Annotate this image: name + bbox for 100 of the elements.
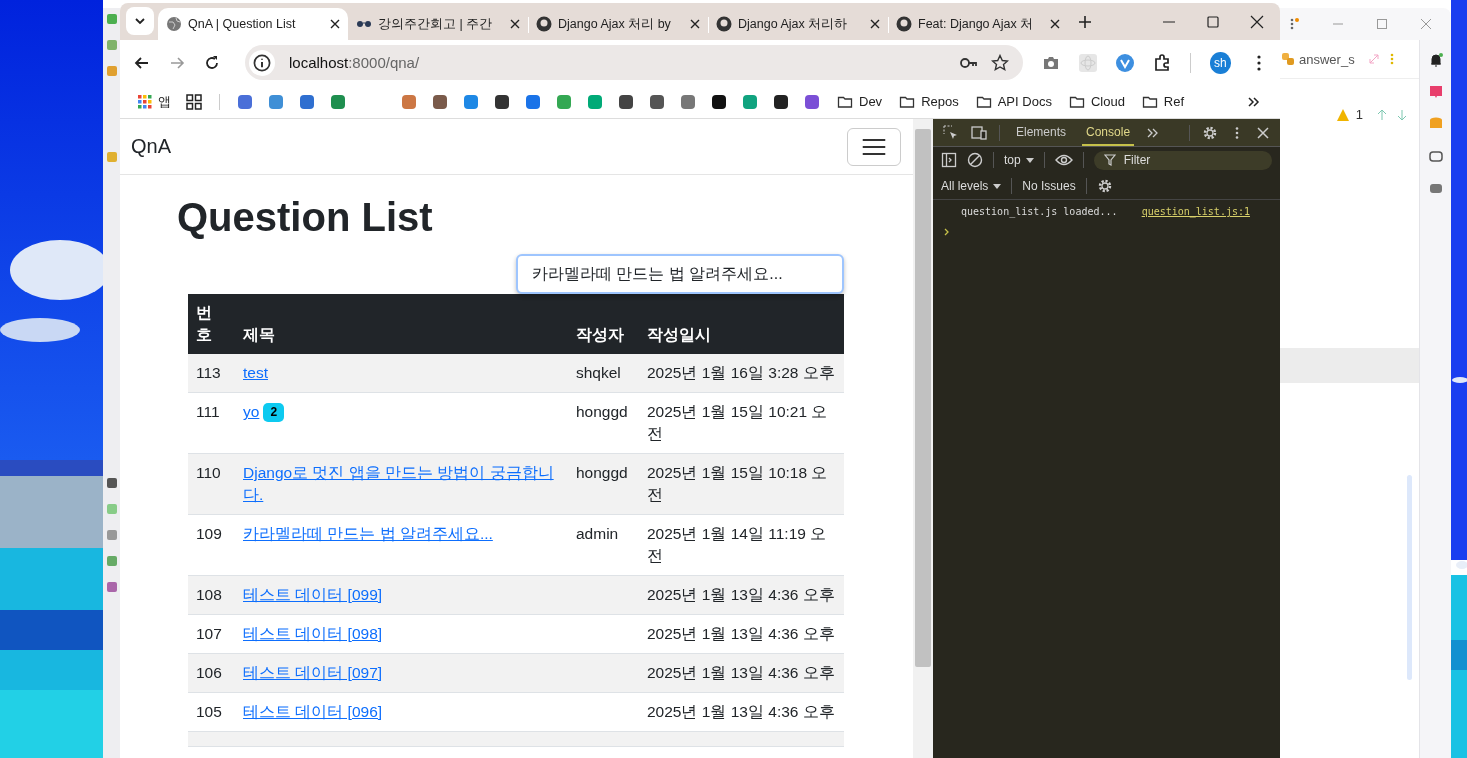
column-header: 작성일시 bbox=[647, 326, 711, 343]
tab-title: QnA | Question List bbox=[188, 17, 297, 31]
column-header: 번호 bbox=[196, 303, 212, 345]
browser-tab[interactable]: QnA | Question List bbox=[158, 8, 348, 40]
table-cell: honggd bbox=[576, 464, 628, 481]
bookmark-folder[interactable]: Repos bbox=[899, 93, 959, 110]
console-message: question_list.js loaded... bbox=[961, 206, 1118, 217]
back-icon[interactable] bbox=[134, 54, 150, 71]
close-icon[interactable] bbox=[1050, 19, 1060, 29]
apps-shortcut[interactable]: 앱 bbox=[138, 92, 171, 111]
question-link[interactable]: test bbox=[243, 362, 268, 384]
bookmark-icon[interactable] bbox=[618, 93, 634, 110]
new-tab-icon[interactable] bbox=[1078, 15, 1092, 29]
profile-avatar[interactable]: sh bbox=[1209, 51, 1231, 74]
context-dropdown[interactable]: top bbox=[1004, 153, 1034, 167]
clear-icon[interactable] bbox=[967, 152, 983, 168]
tab-title: Django Ajax 처리 by bbox=[558, 15, 672, 33]
prompt-icon[interactable] bbox=[943, 227, 951, 237]
device-icon[interactable] bbox=[971, 124, 987, 141]
maximize-icon[interactable] bbox=[1206, 15, 1220, 29]
table-cell: 2025년 1월 15일 10:21 오전 bbox=[647, 403, 828, 442]
table-cell: 106 bbox=[196, 664, 222, 681]
settings-icon[interactable] bbox=[1096, 178, 1113, 194]
file-tab[interactable]: answer_s bbox=[1299, 51, 1363, 67]
table-cell: 107 bbox=[196, 625, 222, 642]
site-icon bbox=[896, 16, 912, 32]
bookmark-folder[interactable]: Dev bbox=[837, 93, 883, 110]
tool-icon[interactable] bbox=[106, 582, 117, 592]
reload-icon[interactable] bbox=[204, 54, 220, 71]
close-icon[interactable] bbox=[690, 19, 700, 29]
menu-toggle-button[interactable] bbox=[847, 127, 901, 166]
close-icon[interactable] bbox=[510, 19, 520, 29]
address-bar[interactable]: localhost:8000/qna/ bbox=[245, 45, 1023, 80]
table-cell: 2025년 1월 14일 11:19 오전 bbox=[647, 525, 827, 564]
bookmark-icon[interactable] bbox=[711, 93, 727, 110]
devtools-tab[interactable]: Console bbox=[1082, 119, 1135, 146]
tool-icon[interactable] bbox=[106, 478, 117, 488]
bookmark-folder[interactable]: Ref bbox=[1141, 93, 1185, 110]
inspect-icon[interactable] bbox=[943, 124, 959, 141]
tab-title: 강의주간회고 | 주간 bbox=[378, 15, 494, 33]
question-link[interactable]: 테스트 데이터 [098] bbox=[243, 623, 383, 645]
bookmark-icon[interactable] bbox=[432, 93, 448, 110]
tab-title: Django Ajax 처리하 bbox=[738, 15, 849, 33]
browser-tab[interactable]: Feat: Django Ajax 처 bbox=[888, 8, 1068, 40]
settings-icon[interactable] bbox=[1202, 124, 1218, 141]
star-icon[interactable] bbox=[990, 53, 1009, 72]
answer-count-badge: 2 bbox=[263, 403, 285, 422]
browser-tab[interactable]: 강의주간회고 | 주간 bbox=[348, 8, 528, 40]
devtools-tab[interactable]: Elements bbox=[1012, 119, 1071, 146]
apps-icon bbox=[138, 94, 152, 109]
site-icon bbox=[716, 16, 732, 32]
filter-icon bbox=[1103, 154, 1116, 166]
url-text: localhost:8000/qna/ bbox=[289, 54, 420, 71]
close-icon[interactable] bbox=[870, 19, 880, 29]
table-cell: admin bbox=[576, 525, 619, 542]
column-header: 제목 bbox=[243, 326, 275, 343]
filter-field[interactable]: Filter bbox=[1093, 150, 1272, 170]
table-cell: 109 bbox=[196, 525, 222, 542]
grid-icon[interactable] bbox=[186, 93, 202, 110]
bookmark-icon[interactable] bbox=[649, 93, 665, 110]
scrollbar[interactable] bbox=[1407, 475, 1412, 680]
warning-count: 1 bbox=[1355, 107, 1363, 122]
browser-tab[interactable]: Django Ajax 처리하 bbox=[708, 8, 888, 40]
table-cell: 2025년 1월 13일 4:36 오후 bbox=[647, 625, 835, 642]
tab-search-button[interactable] bbox=[126, 7, 154, 35]
close-icon[interactable] bbox=[330, 19, 340, 29]
table-cell: 2025년 1월 15일 10:18 오전 bbox=[647, 464, 828, 503]
table-cell: 113 bbox=[196, 364, 221, 381]
source-link[interactable]: question_list.js:1 bbox=[1141, 206, 1250, 217]
maximize-icon[interactable] bbox=[1375, 17, 1389, 31]
bookmark-icon[interactable] bbox=[773, 93, 789, 110]
bookmark-folder[interactable]: Cloud bbox=[1068, 93, 1125, 110]
sidebar-icon[interactable] bbox=[941, 152, 957, 168]
browser-tab[interactable]: Django Ajax 처리 by bbox=[528, 8, 708, 40]
scrollbar-thumb[interactable] bbox=[915, 129, 931, 667]
bookmark-icon[interactable] bbox=[494, 93, 510, 110]
scrollbar[interactable] bbox=[913, 119, 933, 758]
issues-label[interactable]: No Issues bbox=[1022, 179, 1076, 193]
close-icon[interactable] bbox=[1250, 15, 1264, 29]
forward-icon[interactable] bbox=[169, 54, 185, 71]
puzzle-icon[interactable] bbox=[1152, 53, 1171, 72]
extension-icon[interactable] bbox=[1115, 53, 1134, 72]
table-cell: 105 bbox=[196, 703, 222, 720]
table-cell: 2025년 1월 16일 3:28 오후 bbox=[647, 364, 835, 381]
brand-link[interactable]: QnA bbox=[131, 135, 172, 158]
question-link[interactable]: yo bbox=[243, 401, 260, 423]
levels-dropdown[interactable]: All levels bbox=[941, 179, 1002, 193]
chevron-icon[interactable] bbox=[1246, 94, 1260, 109]
table-cell: 2025년 1월 13일 4:36 오후 bbox=[647, 664, 835, 681]
search-field[interactable]: 카라멜라떼 만드는 법 알려주세요... bbox=[516, 254, 844, 294]
table-cell: 110 bbox=[196, 464, 221, 481]
table-cell: honggd bbox=[576, 403, 628, 420]
question-link[interactable]: 카라멜라떼 만드는 법 알려주세요... bbox=[243, 523, 493, 545]
table-cell: 2025년 1월 13일 4:36 오후 bbox=[647, 703, 835, 720]
info-icon[interactable] bbox=[249, 49, 275, 76]
bookmark-folder[interactable]: API Docs bbox=[975, 93, 1052, 110]
question-link[interactable]: 테스트 데이터 [096] bbox=[243, 701, 383, 723]
filter-placeholder: Filter bbox=[1123, 153, 1151, 167]
tab-title: Feat: Django Ajax 처 bbox=[918, 15, 1035, 33]
column-header: 작성자 bbox=[576, 326, 624, 343]
